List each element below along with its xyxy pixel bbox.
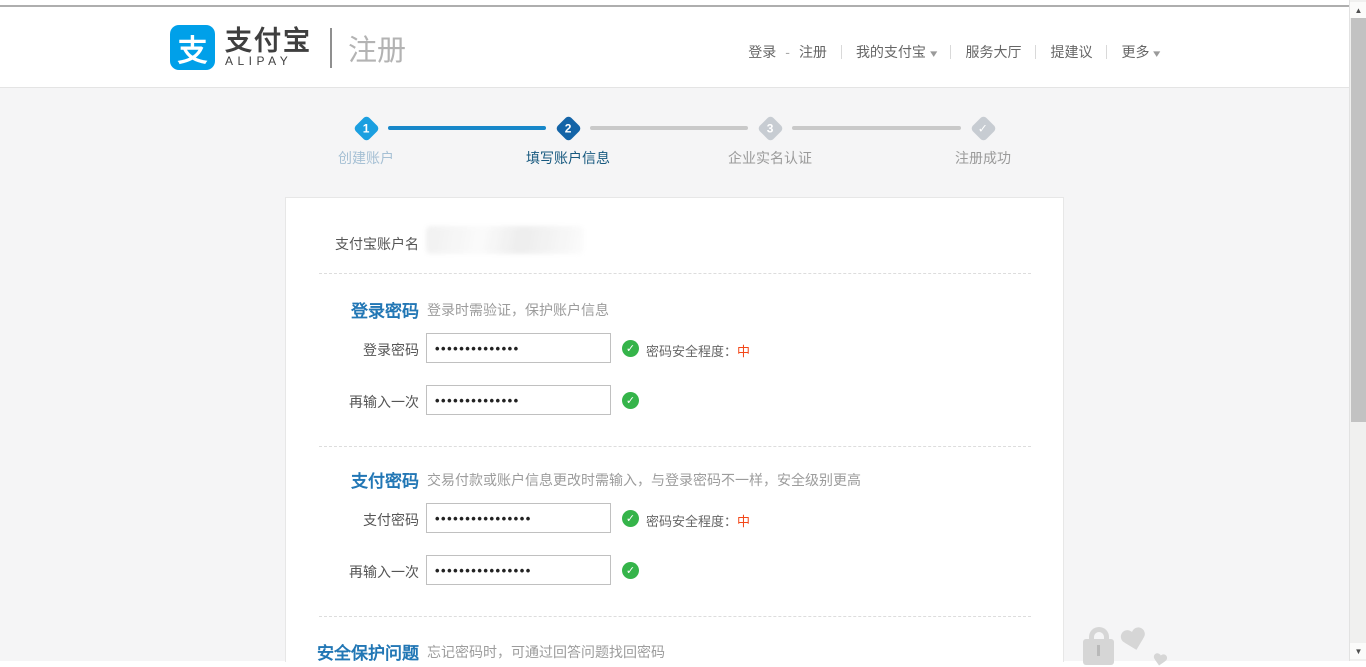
login-password-label: 登录密码	[286, 340, 419, 360]
pay-password-repeat-label: 再输入一次	[286, 562, 419, 582]
heart-icon	[1152, 653, 1168, 667]
strength-level: 中	[737, 344, 750, 359]
lock-icon	[1083, 639, 1114, 665]
pay-password-section-title: 支付密码	[286, 467, 419, 492]
nav-login-link[interactable]: 登录	[748, 42, 776, 62]
security-question-section-subtitle: 忘记密码时，可通过回答问题找回密码	[427, 642, 665, 662]
scrollbar-thumb[interactable]	[1351, 18, 1366, 422]
scroll-down-button[interactable]: ▼	[1350, 643, 1366, 659]
check-circle-icon: ✓	[622, 340, 639, 357]
pay-password-strength: 密码安全程度：中	[646, 511, 750, 530]
section-divider	[319, 273, 1031, 274]
section-divider	[319, 616, 1031, 617]
step-check-icon: ✓	[978, 121, 988, 135]
alipay-logo[interactable]: 支 支付宝 ALIPAY 注册	[170, 25, 406, 70]
pay-password-section-subtitle: 交易付款或账户信息更改时需输入，与登录密码不一样，安全级别更高	[427, 470, 861, 490]
step-1-label: 创建账户	[296, 148, 436, 168]
step-connector-active	[388, 126, 546, 130]
step-1-marker: 1	[352, 114, 380, 142]
nav-feedback-link[interactable]: 提建议	[1050, 42, 1092, 62]
login-password-strength: 密码安全程度：中	[646, 341, 750, 360]
check-circle-icon: ✓	[622, 510, 639, 527]
heart-icon	[1119, 626, 1150, 654]
pay-password-repeat-input[interactable]	[426, 555, 611, 585]
step-2-label: 填写账户信息	[498, 148, 638, 168]
security-question-section-title: 安全保护问题	[286, 639, 419, 664]
chevron-down-icon: ▾	[1154, 47, 1161, 60]
scroll-up-button[interactable]: ▲	[1350, 2, 1366, 18]
step-connector	[792, 126, 961, 130]
nav-separator	[1035, 45, 1036, 59]
top-nav: 登录 - 注册 我的支付宝▾ 服务大厅 提建议 更多▾	[748, 42, 1160, 62]
alipay-logo-icon: 支	[170, 25, 215, 70]
step-4-label: 注册成功	[913, 148, 1053, 168]
nav-service-hall-link[interactable]: 服务大厅	[965, 42, 1021, 62]
account-name-label: 支付宝账户名	[286, 234, 419, 254]
nav-register-link[interactable]: 注册	[799, 42, 827, 62]
login-password-input[interactable]	[426, 333, 611, 363]
page-content: 1 2 3 ✓ 创建账户 填写账户信息 企业实名认证 注册成功 支付宝账户名 登…	[0, 88, 1366, 661]
step-3-label: 企业实名认证	[700, 148, 840, 168]
login-password-repeat-label: 再输入一次	[286, 392, 419, 412]
login-password-section-subtitle: 登录时需验证，保护账户信息	[427, 300, 609, 320]
check-circle-icon: ✓	[622, 392, 639, 409]
pay-password-input[interactable]	[426, 503, 611, 533]
section-divider	[319, 446, 1031, 447]
check-circle-icon: ✓	[622, 562, 639, 579]
login-password-section-title: 登录密码	[286, 297, 419, 322]
nav-separator	[1106, 45, 1107, 59]
brand-text: 支付宝 ALIPAY	[225, 27, 312, 68]
page-header: 支 支付宝 ALIPAY 注册 登录 - 注册 我的支付宝▾ 服务大厅 提建议 …	[0, 7, 1366, 88]
account-name-redacted	[426, 226, 584, 254]
logo-divider	[330, 28, 332, 68]
step-3-marker: 3	[756, 114, 784, 142]
nav-more-link[interactable]: 更多▾	[1121, 42, 1160, 62]
step-connector	[590, 126, 748, 130]
login-password-repeat-input[interactable]	[426, 385, 611, 415]
chevron-down-icon: ▾	[930, 47, 937, 60]
progress-steps: 1 2 3 ✓ 创建账户 填写账户信息 企业实名认证 注册成功	[330, 112, 1050, 170]
strength-level: 中	[737, 514, 750, 529]
nav-separator	[841, 45, 842, 59]
step-2-marker: 2	[554, 114, 582, 142]
nav-my-alipay-link[interactable]: 我的支付宝▾	[856, 42, 937, 62]
pay-password-label: 支付密码	[286, 510, 419, 530]
registration-form-card: 支付宝账户名 登录密码 登录时需验证，保护账户信息 登录密码 ✓ 密码安全程度：…	[285, 197, 1064, 662]
page-title: 注册	[348, 27, 406, 69]
nav-dash: -	[785, 44, 790, 60]
step-4-marker: ✓	[969, 114, 997, 142]
nav-separator	[950, 45, 951, 59]
brand-name-cn: 支付宝	[225, 27, 312, 55]
vertical-scrollbar[interactable]: ▲ ▼	[1349, 0, 1366, 661]
brand-name-en: ALIPAY	[225, 55, 312, 68]
